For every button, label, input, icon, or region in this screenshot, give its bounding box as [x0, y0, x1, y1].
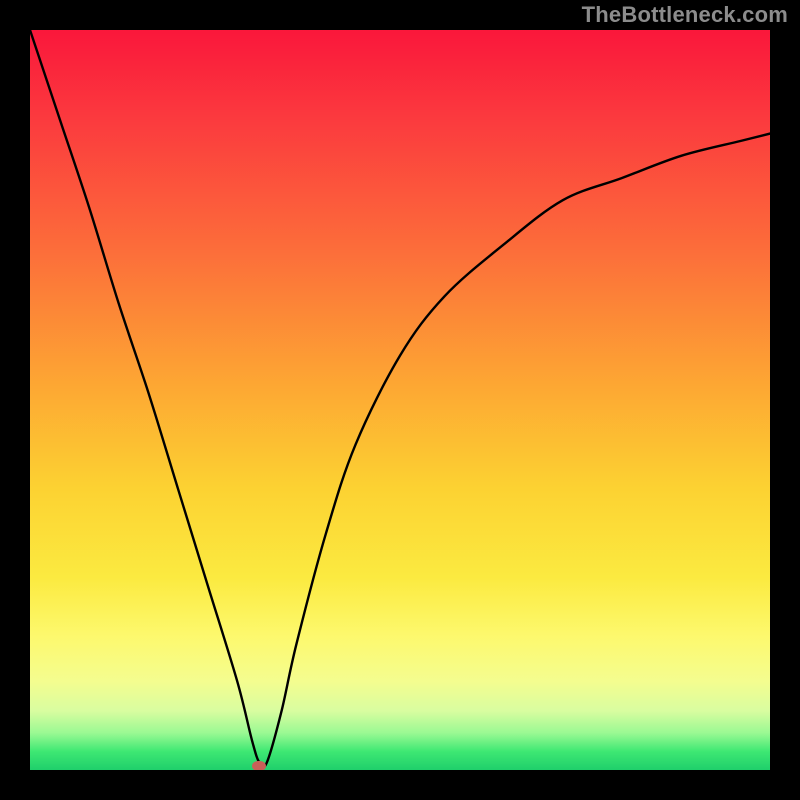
plot-area	[30, 30, 770, 770]
minimum-marker	[252, 761, 266, 770]
bottleneck-curve	[30, 30, 770, 770]
curve-path	[30, 30, 770, 767]
watermark-text: TheBottleneck.com	[582, 2, 788, 28]
chart-frame: TheBottleneck.com	[0, 0, 800, 800]
